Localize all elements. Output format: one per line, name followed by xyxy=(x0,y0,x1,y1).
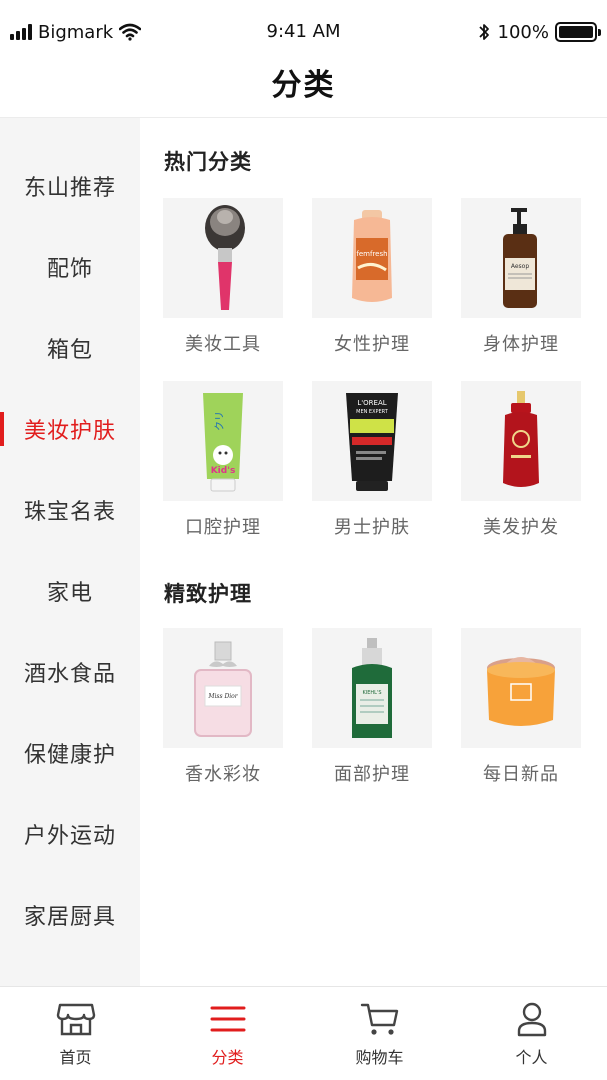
category-label: 香水彩妆 xyxy=(185,764,261,785)
category-label: 面部护理 xyxy=(334,764,410,785)
sidebar-item-appliances[interactable]: 家电 xyxy=(0,550,140,631)
sidebar-item-recommend[interactable]: 东山推荐 xyxy=(0,145,140,226)
category-label: 女性护理 xyxy=(334,334,410,355)
mens-cleanser-image: L'OREAL MEN EXPERT xyxy=(312,381,432,501)
perfume-image: Miss Dior xyxy=(163,628,283,748)
cream-jar-image xyxy=(461,628,581,748)
sidebar-item-home[interactable]: 家居厨具 xyxy=(0,874,140,955)
tab-label: 分类 xyxy=(211,1048,244,1067)
category-cell-mens-skincare[interactable]: L'OREAL MEN EXPERT 男士护肤 xyxy=(312,381,432,539)
category-cell-makeup-tools[interactable]: 美妆工具 xyxy=(163,198,283,356)
bluetooth-icon xyxy=(478,24,489,40)
category-label: 美发护发 xyxy=(483,517,559,538)
category-cell-face-care[interactable]: KIEHL'S 面部护理 xyxy=(312,628,432,786)
category-cell-hair-care[interactable]: 美发护发 xyxy=(461,381,581,539)
cart-icon xyxy=(360,1003,399,1035)
aesop-label: Aesop xyxy=(511,263,529,270)
category-cell-feminine-care[interactable]: femfresh 女性护理 xyxy=(312,198,432,356)
battery-percent: 100% xyxy=(497,21,549,43)
shampoo-image xyxy=(461,381,581,501)
svg-text:クリ: クリ xyxy=(214,411,226,431)
femfresh-label: femfresh xyxy=(356,250,387,258)
category-label: 男士护肤 xyxy=(334,517,410,538)
kiehls-label: KIEHL'S xyxy=(362,690,381,696)
category-label: 美妆工具 xyxy=(185,334,261,355)
sidebar-item-food[interactable]: 酒水食品 xyxy=(0,631,140,712)
status-bar: Bigmark 9:41 AM 100% xyxy=(0,0,607,62)
category-cell-body-care[interactable]: Aesop 身体护理 xyxy=(461,198,581,356)
men-expert-label: MEN EXPERT xyxy=(356,409,389,415)
serum-image: KIEHL'S xyxy=(312,628,432,748)
wash-bottle-image: femfresh xyxy=(312,198,432,318)
tab-cart[interactable]: 购物车 xyxy=(304,987,455,1080)
sidebar-item-accessories[interactable]: 配饰 xyxy=(0,226,140,307)
store-icon xyxy=(56,1003,96,1036)
tab-profile[interactable]: 个人 xyxy=(456,987,607,1080)
page-title: 分类 xyxy=(271,68,336,103)
tab-category[interactable]: 分类 xyxy=(152,987,303,1080)
tab-label: 购物车 xyxy=(355,1048,404,1067)
category-cell-oral-care[interactable]: クリ Kid's 口腔护理 xyxy=(163,381,283,539)
battery-fill xyxy=(559,26,593,38)
sidebar-item-health[interactable]: 保健康护 xyxy=(0,712,140,793)
loreal-label: L'OREAL xyxy=(357,399,386,407)
category-cell-new-arrivals[interactable]: 每日新品 xyxy=(461,628,581,786)
tab-home[interactable]: 首页 xyxy=(0,987,151,1080)
toothpaste-image: クリ Kid's xyxy=(163,381,283,501)
person-icon xyxy=(517,1002,547,1037)
section-title-hot: 热门分类 xyxy=(164,150,252,174)
sidebar-item-outdoor[interactable]: 户外运动 xyxy=(0,793,140,874)
makeup-brush-image xyxy=(163,198,283,318)
menu-icon xyxy=(210,1006,246,1032)
status-right: 100% xyxy=(478,18,601,46)
sidebar-item-jewelry[interactable]: 珠宝名表 xyxy=(0,469,140,550)
sidebar-item-bags[interactable]: 箱包 xyxy=(0,307,140,388)
kids-label: Kid's xyxy=(211,466,236,476)
category-label: 每日新品 xyxy=(483,764,559,785)
tab-label: 首页 xyxy=(59,1048,92,1067)
tab-label: 个人 xyxy=(515,1048,548,1067)
category-cell-perfume[interactable]: Miss Dior 香水彩妆 xyxy=(163,628,283,786)
sidebar-item-beauty[interactable]: 美妆护肤 xyxy=(0,388,140,469)
bottom-tab-bar: 首页 分类 购物车 个人 xyxy=(0,986,607,1080)
category-label: 身体护理 xyxy=(483,334,559,355)
category-sidebar: 东山推荐 配饰 箱包 美妆护肤 珠宝名表 家电 酒水食品 保健康护 户外运动 家… xyxy=(0,118,140,986)
category-label: 口腔护理 xyxy=(185,517,261,538)
battery-icon xyxy=(555,22,601,42)
amber-bottle-image: Aesop xyxy=(461,198,581,318)
dior-label: Miss Dior xyxy=(207,693,238,700)
section-title-refined: 精致护理 xyxy=(164,582,252,606)
category-content: 热门分类 美妆工具 femfresh 女性护理 Aesop 身体护理 クリ Ki… xyxy=(140,118,607,986)
